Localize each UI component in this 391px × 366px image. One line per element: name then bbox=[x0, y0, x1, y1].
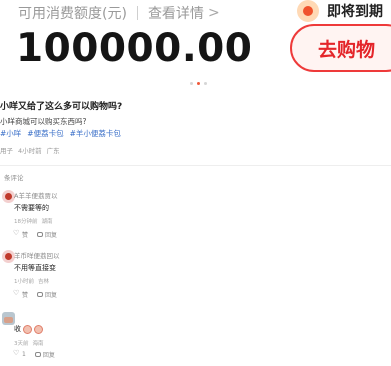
credit-label: 可用消费额度(元) bbox=[18, 6, 127, 22]
comment-text-content: 不用等直接变 bbox=[14, 264, 56, 272]
separator bbox=[136, 6, 138, 20]
comment-time: 3天前 bbox=[14, 341, 29, 347]
carousel-dot bbox=[204, 82, 207, 85]
comment-text: 不需要等的 bbox=[14, 203, 49, 213]
comment-actions: 赞 回复 bbox=[13, 289, 57, 300]
comment-location: 吉林 bbox=[38, 279, 50, 285]
emoji-sticker-icon bbox=[23, 324, 32, 334]
reply-button[interactable]: 回复 bbox=[37, 230, 57, 239]
reply-label: 回复 bbox=[45, 292, 58, 299]
comment-meta: 18分钟前 湖南 bbox=[14, 217, 53, 225]
like-count: 1 bbox=[22, 351, 26, 358]
comment-location: 湖南 bbox=[41, 219, 53, 225]
heart-icon bbox=[13, 289, 20, 298]
comment-item: 收 3天前 海南 1 回复 bbox=[0, 312, 391, 366]
credit-header-row: 可用消费额度(元) 查看详情 > bbox=[18, 3, 220, 23]
comment-time: 1小时前 bbox=[14, 279, 34, 285]
like-label: 赞 bbox=[22, 292, 29, 299]
comment-meta: 3天前 海南 bbox=[14, 339, 44, 347]
comment-text-content: 不需要等的 bbox=[14, 204, 49, 212]
view-details-link[interactable]: 查看详情 bbox=[148, 3, 204, 23]
carousel-dot bbox=[190, 82, 193, 85]
post-title: 小咩又给了这么多可以购物吗? bbox=[0, 102, 123, 112]
tag-link[interactable]: #羊小便荔卡包 bbox=[70, 128, 121, 139]
chevron-right-icon[interactable]: > bbox=[208, 5, 220, 21]
comment-actions: 赞 回复 bbox=[13, 229, 57, 240]
reply-button[interactable]: 回复 bbox=[34, 350, 55, 359]
comment-text: 不用等直接变 bbox=[14, 263, 56, 273]
post-tags: #小咩 #便荔卡包 #羊小便荔卡包 bbox=[0, 128, 121, 139]
like-button[interactable]: 赞 bbox=[13, 289, 29, 300]
post-meta: 用子 4小时前 广东 bbox=[0, 145, 60, 155]
divider bbox=[0, 165, 391, 166]
comment-icon bbox=[37, 292, 44, 297]
heart-icon bbox=[13, 229, 20, 238]
reply-label: 回复 bbox=[45, 232, 58, 239]
comment-author[interactable]: A羊羊便荔贾以 bbox=[14, 190, 57, 200]
promo-headline: 即将到期 bbox=[327, 4, 383, 20]
like-label: 赞 bbox=[22, 232, 29, 239]
credit-card-panel: 可用消费额度(元) 查看详情 > 100000.00 即将到期 去购物 bbox=[0, 0, 391, 92]
emoji-sticker-icon bbox=[34, 324, 43, 334]
promo-banner[interactable]: 即将到期 bbox=[297, 0, 391, 22]
post-location: 广东 bbox=[46, 147, 60, 155]
comment-item: 羊币咩便荔回以 不用等直接变 1小时前 吉林 赞 回复 bbox=[0, 250, 391, 310]
comment-author[interactable]: 羊币咩便荔回以 bbox=[14, 250, 60, 260]
heart-icon bbox=[13, 349, 20, 358]
comment-text: 收 bbox=[14, 324, 43, 334]
post-body: 小咩商城可以购买东西吗? bbox=[0, 117, 87, 126]
like-button[interactable]: 1 bbox=[13, 349, 26, 359]
comment-text-content: 收 bbox=[14, 325, 21, 333]
tag-link[interactable]: #小咩 bbox=[0, 128, 21, 139]
gift-icon bbox=[297, 0, 319, 22]
carousel-indicator bbox=[190, 82, 207, 85]
comment-meta: 1小时前 吉林 bbox=[14, 277, 49, 285]
carousel-dot-active bbox=[197, 82, 200, 85]
reply-label: 回复 bbox=[42, 352, 55, 359]
comment-time: 18分钟前 bbox=[14, 219, 38, 225]
comments-header: 条评论 bbox=[4, 174, 24, 182]
go-shopping-button[interactable]: 去购物 bbox=[290, 24, 391, 72]
comment-item: A羊羊便荔贾以 不需要等的 18分钟前 湖南 赞 回复 bbox=[0, 190, 391, 250]
like-button[interactable]: 赞 bbox=[13, 229, 29, 240]
post-author: 用子 bbox=[0, 147, 13, 155]
post-time: 4小时前 bbox=[18, 147, 42, 155]
reply-button[interactable]: 回复 bbox=[37, 290, 57, 299]
credit-amount: 100000.00 bbox=[16, 26, 253, 71]
comment-actions: 1 回复 bbox=[13, 349, 55, 360]
tag-link[interactable]: #便荔卡包 bbox=[27, 128, 63, 139]
comment-icon bbox=[34, 352, 41, 357]
comment-location: 海南 bbox=[32, 341, 44, 347]
comment-icon bbox=[37, 232, 44, 237]
